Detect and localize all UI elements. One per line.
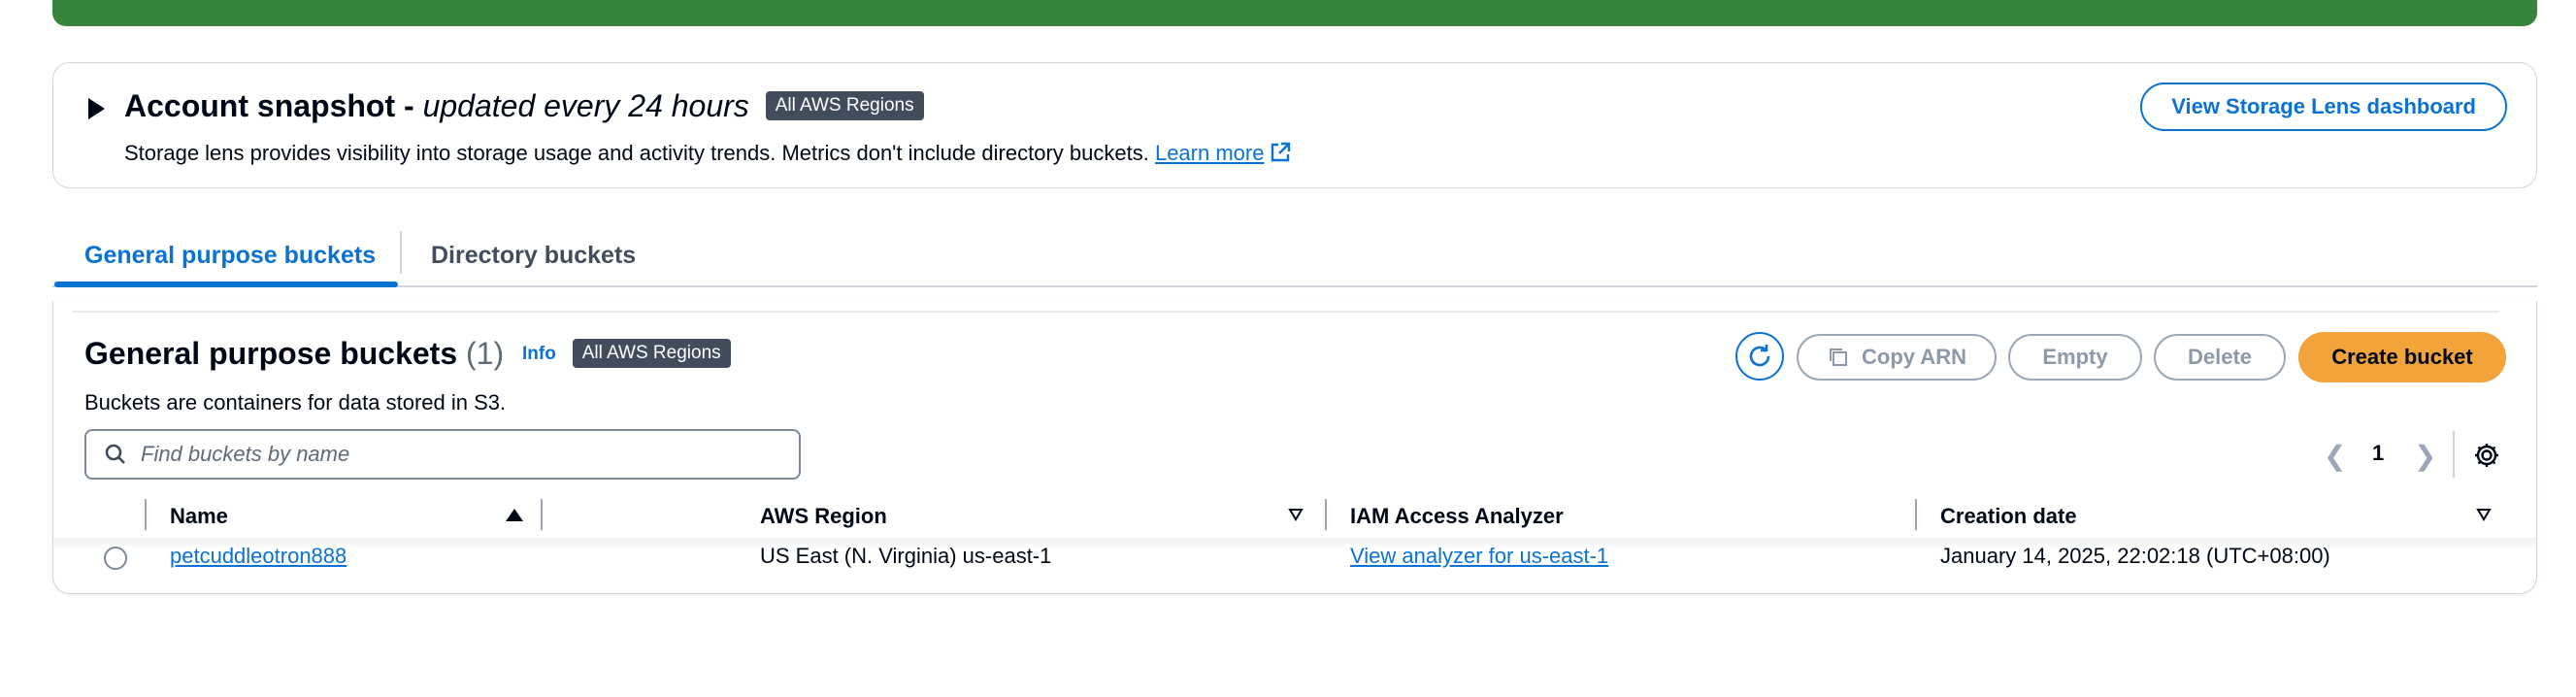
search-input[interactable] [141,442,762,467]
success-banner [52,0,2537,26]
tab-general-purpose-buckets[interactable]: General purpose buckets [84,223,376,287]
snapshot-title[interactable]: Account snapshot - updated every 24 hour… [124,88,924,124]
snapshot-title-suffix: updated every 24 hours [422,88,749,123]
delete-button[interactable]: Delete [2154,334,2286,381]
bucket-region: US East (N. Virginia) us-east-1 [760,544,1052,568]
active-tab-indicator [54,282,398,287]
copy-arn-button[interactable]: Copy ARN [1797,334,1997,381]
chevron-left-icon[interactable]: ❮ [2324,440,2346,472]
bucket-tabs: General purpose buckets Directory bucket… [52,223,2537,287]
create-bucket-button[interactable]: Create bucket [2298,332,2506,382]
bucket-creation-date: January 14, 2025, 22:02:18 (UTC+08:00) [1940,544,2330,568]
view-analyzer-link[interactable]: View analyzer for us-east-1 [1350,544,1608,569]
panel-region-badge: All AWS Regions [572,338,731,368]
buckets-panel: General purpose buckets (1) Info All AWS… [52,301,2537,594]
learn-more-link[interactable]: Learn more [1155,141,1265,165]
bucket-name-link[interactable]: petcuddleotron888 [170,544,347,569]
column-divider [145,499,147,530]
snapshot-title-dash: - [395,88,423,123]
chevron-right-icon[interactable]: ❯ [2414,440,2436,472]
snapshot-description-text: Storage lens provides visibility into st… [124,141,1149,165]
info-link[interactable]: Info [522,344,556,364]
panel-divider [73,311,2499,313]
caret-right-icon[interactable] [88,98,105,119]
account-snapshot-card: Account snapshot - updated every 24 hour… [52,62,2537,188]
region-badge: All AWS Regions [765,90,924,120]
snapshot-title-text: Account snapshot [124,88,396,123]
external-link-icon[interactable] [1270,142,1291,163]
column-header-name[interactable]: Name [170,495,228,538]
empty-button[interactable]: Empty [2008,334,2142,381]
column-header-region[interactable]: AWS Region [760,495,887,538]
panel-description: Buckets are containers for data stored i… [84,390,507,415]
column-divider[interactable] [1915,499,1917,530]
current-page-number[interactable]: 1 [2372,441,2384,466]
copy-icon [1830,348,1848,366]
panel-title-text: General purpose buckets [84,336,458,371]
refresh-icon [1749,345,1770,367]
sort-icon[interactable] [1288,507,1304,522]
search-box[interactable] [84,429,801,480]
bucket-count: (1) [466,336,505,371]
column-divider[interactable] [541,499,543,530]
search-icon [105,444,125,464]
tab-directory-buckets[interactable]: Directory buckets [431,223,636,287]
refresh-button[interactable] [1735,332,1784,381]
tab-divider [400,231,402,274]
column-divider[interactable] [1325,499,1327,530]
panel-title: General purpose buckets (1) Info All AWS… [84,336,731,372]
view-storage-lens-button[interactable]: View Storage Lens dashboard [2140,83,2507,131]
settings-icon[interactable] [2472,441,2501,470]
column-header-creation-date[interactable]: Creation date [1940,495,2077,538]
sort-icon[interactable] [2476,507,2492,522]
snapshot-description: Storage lens provides visibility into st… [124,141,1291,166]
row-select-radio[interactable] [104,547,127,570]
sort-asc-icon[interactable] [506,509,523,521]
column-header-analyzer[interactable]: IAM Access Analyzer [1350,495,1564,538]
pager-divider [2453,431,2455,478]
copy-arn-label: Copy ARN [1862,345,1966,369]
